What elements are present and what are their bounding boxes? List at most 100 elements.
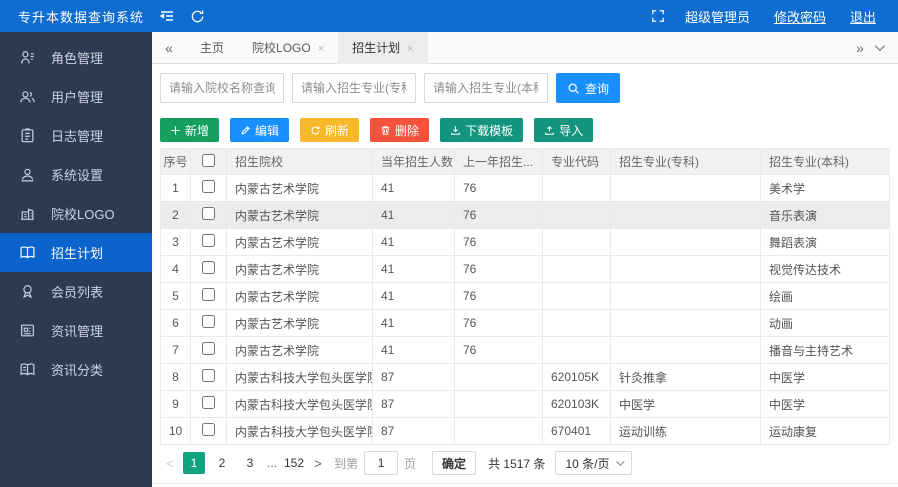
- add-button[interactable]: 新增: [160, 118, 220, 142]
- cell-last-year: 76: [454, 174, 543, 202]
- page-number-2[interactable]: 2: [211, 452, 233, 474]
- row-checkbox[interactable]: [202, 261, 215, 274]
- app-title: 专升本数据查询系统: [18, 9, 145, 25]
- table-row[interactable]: 1 内蒙古艺术学院 41 76 美术学: [160, 174, 890, 202]
- row-checkbox[interactable]: [202, 288, 215, 301]
- tab-home[interactable]: 主页: [186, 32, 238, 64]
- major-zhuanke-search-input[interactable]: [292, 73, 416, 103]
- sidebar-item-label: 资讯管理: [51, 324, 104, 339]
- delete-button[interactable]: 删除: [370, 118, 430, 142]
- sidebar-item-log-management[interactable]: 日志管理: [0, 116, 152, 155]
- cell-major-zhuanke: [610, 174, 761, 202]
- goto-page-input[interactable]: [364, 451, 399, 475]
- sidebar-item-label: 系统设置: [51, 168, 104, 183]
- sidebar-item-user-management[interactable]: 用户管理: [0, 77, 152, 116]
- school-name-search-input[interactable]: [160, 73, 284, 103]
- table-row[interactable]: 6 内蒙古艺术学院 41 76 动画: [160, 309, 890, 337]
- table-row[interactable]: 4 内蒙古艺术学院 41 76 视觉传达技术: [160, 255, 890, 283]
- collapse-menu-icon[interactable]: [152, 0, 182, 32]
- cell-major-zhuanke: [610, 255, 761, 283]
- cell-index: 2: [160, 201, 191, 229]
- fullscreen-icon[interactable]: [643, 0, 673, 32]
- row-checkbox[interactable]: [202, 315, 215, 328]
- refresh-page-icon[interactable]: [182, 0, 212, 32]
- tabs-menu-chevron-down-icon[interactable]: [874, 41, 885, 52]
- close-icon[interactable]: ×: [407, 43, 413, 55]
- cell-last-year: 76: [454, 309, 543, 337]
- sidebar-item-school-logo[interactable]: 院校LOGO: [0, 194, 152, 233]
- sidebar-item-news-management[interactable]: 资讯管理: [0, 311, 152, 350]
- row-checkbox[interactable]: [202, 234, 215, 247]
- row-checkbox[interactable]: [202, 342, 215, 355]
- edit-button[interactable]: 编辑: [230, 118, 290, 142]
- current-user[interactable]: 超级管理员: [685, 7, 750, 26]
- sidebar-item-enrollment-plan[interactable]: 招生计划: [0, 233, 152, 272]
- row-checkbox[interactable]: [202, 369, 215, 382]
- page-size-select[interactable]: 10 条/页: [555, 451, 633, 475]
- query-button[interactable]: 查询: [556, 73, 620, 103]
- cell-major-zhuanke: 运动训练: [610, 417, 761, 445]
- cell-major-benke: 舞蹈表演: [760, 228, 890, 256]
- cell-major-benke: 中医学: [760, 363, 890, 391]
- cell-major-zhuanke: [610, 201, 761, 229]
- change-password-link[interactable]: 修改密码: [774, 7, 826, 26]
- row-checkbox[interactable]: [202, 207, 215, 220]
- prev-page-icon[interactable]: <: [160, 456, 180, 471]
- table-row[interactable]: 7 内蒙古艺术学院 41 76 播音与主持艺术: [160, 336, 890, 364]
- tabs-scroll-left-icon[interactable]: «: [152, 40, 186, 56]
- next-page-icon[interactable]: >: [308, 456, 328, 471]
- cell-index: 7: [160, 336, 191, 364]
- sidebar-item-news-category[interactable]: 资讯分类: [0, 350, 152, 389]
- logout-link[interactable]: 退出: [850, 7, 876, 26]
- cell-school: 内蒙古艺术学院: [226, 336, 373, 364]
- page-number-3[interactable]: 3: [239, 452, 261, 474]
- page-size-value: 10 条/页: [565, 456, 610, 471]
- table-row[interactable]: 9 内蒙古科技大学包头医学院 87 620103K 中医学 中医学: [160, 390, 890, 418]
- tab-school-logo[interactable]: 院校LOGO ×: [238, 32, 338, 64]
- row-checkbox[interactable]: [202, 423, 215, 436]
- tabs-scroll-right-icon[interactable]: »: [845, 40, 875, 56]
- page-number-last[interactable]: 152: [283, 452, 305, 474]
- cell-index: 8: [160, 363, 191, 391]
- cell-current-year: 41: [372, 255, 455, 283]
- cell-school: 内蒙古艺术学院: [226, 255, 373, 283]
- cell-index: 10: [160, 417, 191, 445]
- page-number-1[interactable]: 1: [183, 452, 205, 474]
- table-row[interactable]: 2 内蒙古艺术学院 41 76 音乐表演: [160, 201, 890, 229]
- cell-major-code: [542, 174, 611, 202]
- cell-school: 内蒙古艺术学院: [226, 228, 373, 256]
- refresh-icon: [311, 125, 320, 134]
- cell-index: 9: [160, 390, 191, 418]
- cell-major-benke: 绘画: [760, 282, 890, 310]
- cell-last-year: 76: [454, 255, 543, 283]
- cell-checkbox: [190, 201, 227, 229]
- table-row[interactable]: 10 内蒙古科技大学包头医学院 87 670401 运动训练 运动康复: [160, 417, 890, 445]
- sidebar: 角色管理 用户管理 日志管理 系统设置 院校LOGO 招生计划 会员列表 资讯管…: [0, 32, 152, 487]
- goto-confirm-button[interactable]: 确定: [432, 451, 477, 475]
- sidebar-item-role-management[interactable]: 角色管理: [0, 38, 152, 77]
- table-row[interactable]: 8 内蒙古科技大学包头医学院 87 620105K 针灸推拿 中医学: [160, 363, 890, 391]
- import-button[interactable]: 导入: [534, 118, 594, 142]
- table-row[interactable]: 5 内蒙古艺术学院 41 76 绘画: [160, 282, 890, 310]
- cell-last-year: [454, 417, 543, 445]
- users-icon: [19, 88, 36, 105]
- refresh-button[interactable]: 刷新: [300, 118, 360, 142]
- tab-bar-right-controls: »: [845, 40, 898, 56]
- cell-index: 5: [160, 282, 191, 310]
- select-all-checkbox[interactable]: [202, 153, 215, 167]
- book-icon: [19, 244, 36, 261]
- sidebar-item-system-settings[interactable]: 系统设置: [0, 155, 152, 194]
- row-checkbox[interactable]: [202, 396, 215, 409]
- major-benke-search-input[interactable]: [424, 73, 548, 103]
- header-school: 招生院校: [226, 148, 373, 175]
- tab-enrollment-plan[interactable]: 招生计划 ×: [338, 31, 428, 64]
- table-row[interactable]: 3 内蒙古艺术学院 41 76 舞蹈表演: [160, 228, 890, 256]
- sidebar-item-member-list[interactable]: 会员列表: [0, 272, 152, 311]
- row-checkbox[interactable]: [202, 180, 215, 193]
- table-header-row: 序号 招生院校 当年招生人数 上一年招生... 专业代码 招生专业(专科) 招生…: [160, 148, 890, 175]
- cell-school: 内蒙古艺术学院: [226, 201, 373, 229]
- close-icon[interactable]: ×: [318, 43, 324, 55]
- download-template-button[interactable]: 下载模板: [440, 118, 524, 142]
- sidebar-item-label: 用户管理: [51, 90, 104, 105]
- header-current-year: 当年招生人数: [372, 148, 455, 175]
